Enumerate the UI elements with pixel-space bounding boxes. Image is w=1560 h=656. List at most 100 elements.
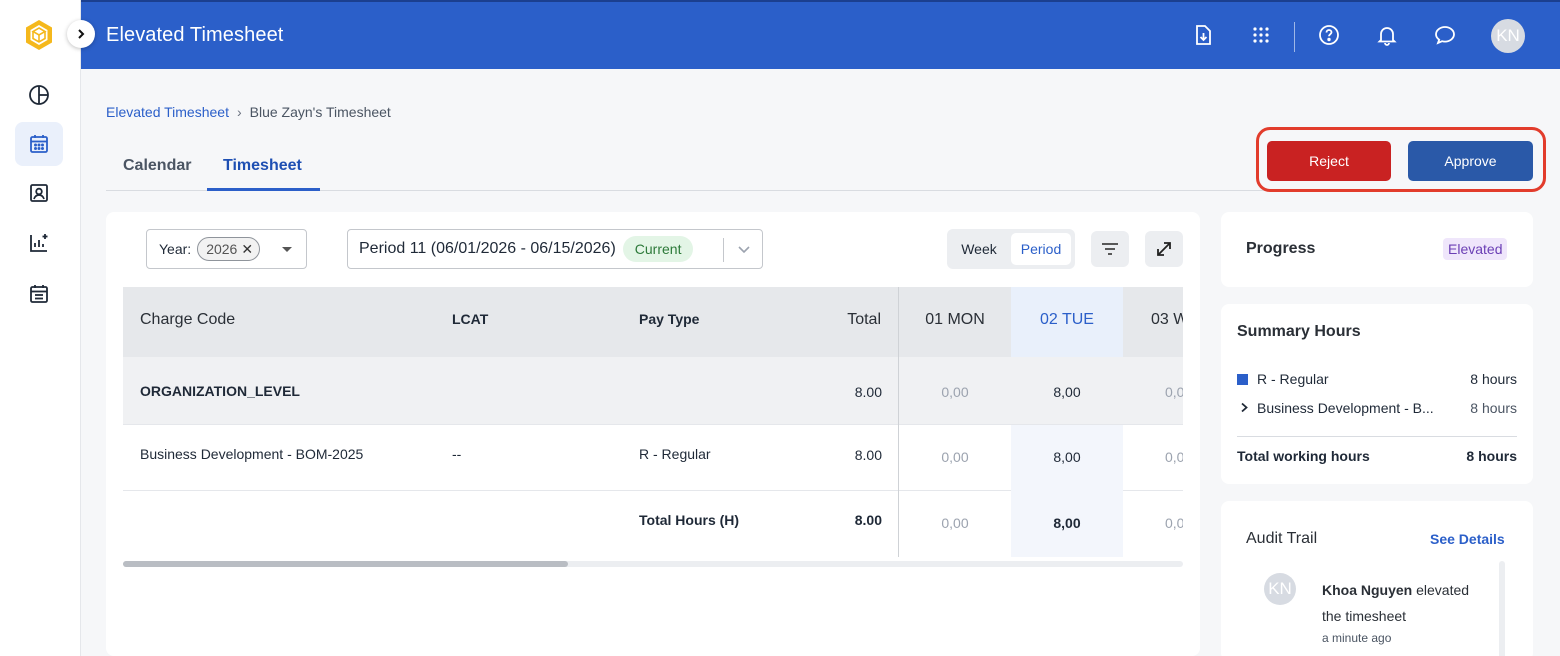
reports-icon	[30, 234, 48, 252]
audit-user-name: Khoa Nguyen	[1322, 582, 1413, 598]
total-day-01: 0,00	[941, 515, 969, 531]
row-day-03-input[interactable]: 0,0	[1123, 449, 1183, 465]
col-lcat[interactable]: LCAT	[452, 311, 488, 327]
apps-grid-icon	[1253, 27, 1269, 43]
regular-hours: 8 hours	[1470, 371, 1517, 387]
timesheet-grid: Charge Code LCAT Pay Type Total 01 MON 0…	[123, 287, 1183, 557]
filter-button[interactable]	[1091, 231, 1129, 267]
view-toggle: Week Period	[947, 229, 1075, 269]
year-chip-value: 2026	[206, 241, 238, 257]
col-pay-type[interactable]: Pay Type	[639, 311, 699, 327]
breadcrumb-root-link[interactable]: Elevated Timesheet	[106, 104, 229, 120]
total-day-02: 8,00	[1053, 515, 1081, 531]
period-select-divider	[723, 238, 724, 262]
row-charge-code: Business Development - BOM-2025	[140, 446, 364, 462]
org-day-02: 8,00	[1053, 384, 1081, 400]
top-header: Elevated Timesheet KN	[81, 0, 1560, 69]
chevron-right-icon	[78, 29, 85, 39]
row-pay-type: R - Regular	[639, 446, 711, 462]
schedule-icon	[30, 285, 48, 303]
col-day-02[interactable]: 02 TUE	[1011, 311, 1123, 329]
clear-year-icon[interactable]: ✕	[241, 241, 253, 258]
tab-timesheet[interactable]: Timesheet	[223, 157, 302, 175]
export-button[interactable]	[1187, 19, 1219, 51]
period-select[interactable]: Period 11 (06/01/2026 - 06/15/2026) Curr…	[347, 229, 763, 269]
org-level-total: 8.00	[854, 384, 882, 400]
status-badge: Elevated	[1443, 238, 1508, 260]
current-period-badge: Current	[622, 236, 694, 262]
fullscreen-button[interactable]	[1145, 231, 1183, 267]
app-title: Elevated Timesheet	[106, 24, 284, 46]
sidebar-item-contacts[interactable]	[15, 171, 63, 215]
summary-total-row: Total working hours 8 hours	[1237, 448, 1517, 464]
period-view-option[interactable]: Period	[1011, 233, 1071, 265]
user-avatar[interactable]: KN	[1491, 19, 1525, 53]
frozen-column-divider	[898, 287, 899, 557]
org-level-label: ORGANIZATION_LEVEL	[140, 383, 300, 399]
export-icon	[1196, 25, 1211, 45]
audit-trail-panel: Audit Trail See Details KN Khoa Nguyen e…	[1221, 501, 1533, 656]
summary-regular-row: R - Regular 8 hours	[1237, 371, 1517, 387]
chevron-down-icon	[737, 242, 751, 261]
help-icon	[1319, 25, 1339, 45]
detail-label: Business Development - B...	[1257, 400, 1434, 416]
year-chip: 2026 ✕	[197, 237, 261, 261]
week-view-option[interactable]: Week	[951, 233, 1007, 265]
period-value: Period 11 (06/01/2026 - 06/15/2026)	[359, 240, 616, 257]
year-select[interactable]: Year: 2026 ✕	[146, 229, 307, 269]
breadcrumb-current: Blue Zayn's Timesheet	[249, 104, 391, 120]
row-day-01-input[interactable]: 0,00	[899, 449, 1011, 465]
year-label: Year:	[159, 241, 192, 257]
tab-calendar[interactable]: Calendar	[123, 157, 191, 175]
notifications-button[interactable]	[1371, 19, 1403, 51]
filter-icon	[1102, 243, 1118, 255]
total-working-hours: 8 hours	[1466, 448, 1517, 464]
apps-button[interactable]	[1245, 19, 1277, 51]
col-day-01[interactable]: 01 MON	[899, 311, 1011, 329]
sidebar-expand-button[interactable]	[67, 20, 95, 48]
sidebar-item-timesheet[interactable]	[15, 122, 63, 166]
expand-icon	[1157, 242, 1171, 256]
sidebar-item-schedule[interactable]	[15, 272, 63, 316]
col-day-03[interactable]: 03 W	[1123, 311, 1183, 329]
summary-detail-row[interactable]: Business Development - B... 8 hours	[1237, 400, 1517, 416]
row-day-02-input[interactable]: 8,00	[1011, 449, 1123, 465]
main-content: Elevated Timesheet › Blue Zayn's Timesheet…	[81, 69, 1560, 656]
detail-hours: 8 hours	[1470, 400, 1517, 416]
app-logo-icon[interactable]	[22, 18, 56, 52]
sidebar	[0, 0, 81, 656]
col-total[interactable]: Total	[801, 311, 881, 329]
audit-scrollbar[interactable]	[1499, 561, 1505, 656]
progress-panel: Progress Elevated	[1221, 212, 1533, 287]
help-button[interactable]	[1313, 19, 1345, 51]
audit-entry-text: Khoa Nguyen elevated the timesheet	[1322, 577, 1492, 629]
dashboard-icon	[29, 85, 49, 105]
approve-button[interactable]: Approve	[1408, 141, 1533, 181]
summary-title: Summary Hours	[1237, 323, 1361, 340]
reject-button[interactable]: Reject	[1267, 141, 1391, 181]
active-tab-indicator	[207, 188, 320, 191]
chat-icon	[1435, 26, 1455, 45]
contact-card-icon	[30, 184, 48, 202]
bell-icon	[1377, 27, 1397, 46]
total-hours-value: 8.00	[854, 512, 882, 528]
total-day-03: 0,0	[1165, 515, 1183, 531]
summary-divider	[1237, 436, 1517, 437]
col-charge-code[interactable]: Charge Code	[140, 311, 235, 329]
today-column-bg	[1011, 425, 1123, 557]
total-working-label: Total working hours	[1237, 448, 1370, 464]
caret-down-icon	[282, 247, 292, 252]
sidebar-item-dashboard[interactable]	[15, 73, 63, 117]
regular-label: R - Regular	[1257, 371, 1329, 387]
sidebar-item-reports[interactable]	[15, 221, 63, 265]
chevron-right-icon[interactable]	[1237, 400, 1257, 416]
org-day-01: 0,00	[941, 384, 969, 400]
summary-hours-panel: Summary Hours R - Regular 8 hours Busine…	[1221, 304, 1533, 484]
timesheet-card: Year: 2026 ✕ Period 11 (06/01/2026 - 06/…	[106, 212, 1200, 656]
org-day-03: 0,0	[1165, 384, 1183, 400]
see-details-link[interactable]: See Details	[1430, 531, 1505, 547]
header-divider	[1294, 22, 1295, 52]
total-hours-label: Total Hours (H)	[639, 512, 740, 528]
horizontal-scroll-thumb[interactable]	[123, 561, 568, 567]
chat-button[interactable]	[1429, 19, 1461, 51]
